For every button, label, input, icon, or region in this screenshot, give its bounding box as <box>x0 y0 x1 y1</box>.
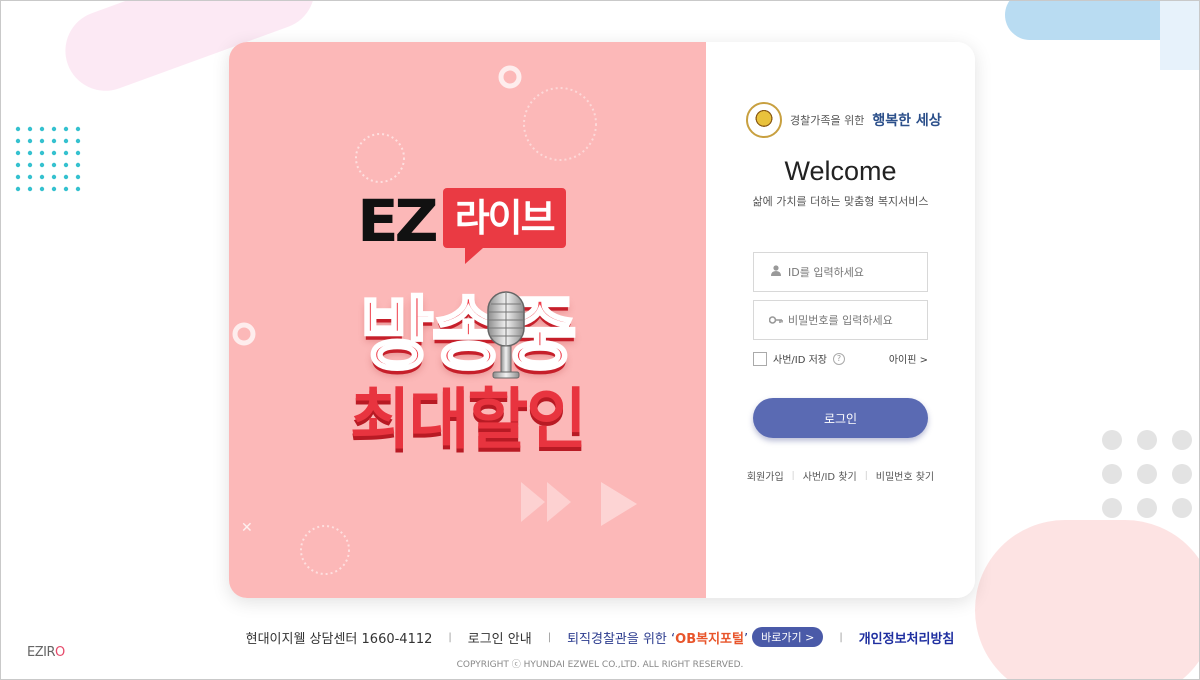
password-placeholder: 비밀번호를 입력하세요 <box>788 314 893 327</box>
account-links: 회원가입 | 사번/ID 찾기 | 비밀번호 찾기 <box>706 468 975 484</box>
link-separator: | <box>864 470 868 481</box>
decor-pink-blob <box>975 520 1200 680</box>
id-placeholder: ID를 입력하세요 <box>788 266 864 279</box>
welcome-title: Welcome <box>784 156 897 186</box>
eziro-logo-prefix: EZIR <box>27 645 56 660</box>
link-separator: | <box>791 470 795 481</box>
privacy-policy-link[interactable]: 개인정보처리방침 <box>859 628 955 647</box>
help-icon[interactable]: ? <box>833 352 845 365</box>
id-input[interactable]: ID를 입력하세요 <box>753 252 928 292</box>
promo-banner[interactable]: ✕ EZ 라이브 방송중 최대할인 <box>229 42 706 598</box>
ob-portal-name: OB복지포털 <box>675 631 744 647</box>
user-icon <box>768 265 784 279</box>
eziro-logo-suffix: O <box>55 645 65 660</box>
save-id-checkbox[interactable] <box>753 351 767 366</box>
footer-links: 현대이지웰 상담센터 1660-4112 | 로그인 안내 | 퇴직경찰관을 위… <box>0 627 1200 647</box>
brand-tagline: 경찰가족을 위한 <box>790 114 865 127</box>
decor-cyan-dots <box>15 126 81 192</box>
brand-header: 경찰가족을 위한 행복한 세상 <box>746 102 942 138</box>
banner-discount: 최대할인 <box>350 381 587 458</box>
key-icon <box>768 314 784 327</box>
login-card: ✕ EZ 라이브 방송중 최대할인 경찰가족을 위한 행복한 세상 Welcom… <box>229 42 975 598</box>
police-emblem-icon <box>746 102 782 138</box>
find-id-link[interactable]: 사번/ID 찾기 <box>803 468 857 483</box>
live-badge: 라이브 <box>442 188 566 264</box>
consult-center: 현대이지웰 상담센터 1660-4112 <box>245 631 433 647</box>
login-guide-link[interactable]: 로그인 안내 <box>468 628 532 647</box>
footer-separator: | <box>839 631 843 643</box>
ob-prefix: 퇴직경찰관을 위한 ‘ <box>567 631 676 647</box>
save-id-row: 사번/ID 저장 ? 아이핀 > <box>753 351 928 366</box>
signup-link[interactable]: 회원가입 <box>747 468 784 483</box>
ob-portal-button[interactable]: 바로가기 > <box>752 627 824 647</box>
ez-logo-text: EZ <box>357 187 439 255</box>
ob-portal-text: 퇴직경찰관을 위한 ‘OB복지포털’ <box>567 628 748 647</box>
save-id-label[interactable]: 사번/ID 저장 <box>773 351 827 366</box>
login-button[interactable]: 로그인 <box>753 398 928 438</box>
login-panel: 경찰가족을 위한 행복한 세상 Welcome 삶에 가치를 더하는 맞춤형 복… <box>706 42 975 598</box>
welcome-subtitle: 삶에 가치를 더하는 맞춤형 복지서비스 <box>752 195 929 208</box>
brand-title: 행복한 세상 <box>872 113 942 129</box>
banner-headline: 방송중 <box>359 288 579 381</box>
footer-separator: | <box>547 631 552 643</box>
find-password-link[interactable]: 비밀번호 찾기 <box>876 468 934 483</box>
eziro-logo: EZIRO <box>27 645 65 660</box>
microphone-icon <box>487 291 525 379</box>
copyright-text: COPYRIGHT ⓒ HYUNDAI EZWEL CO.,LTD. ALL R… <box>456 660 744 670</box>
footer-separator: | <box>448 631 452 643</box>
decor-grey-dots <box>1102 430 1192 518</box>
password-input[interactable]: 비밀번호를 입력하세요 <box>753 300 928 340</box>
ez-live-logo: EZ 라이브 <box>357 186 566 264</box>
decor-blue-corner <box>1160 0 1200 70</box>
ob-suffix: ’ <box>743 631 749 647</box>
ipin-link[interactable]: 아이핀 > <box>889 351 928 366</box>
svg-text:✕: ✕ <box>241 520 253 536</box>
